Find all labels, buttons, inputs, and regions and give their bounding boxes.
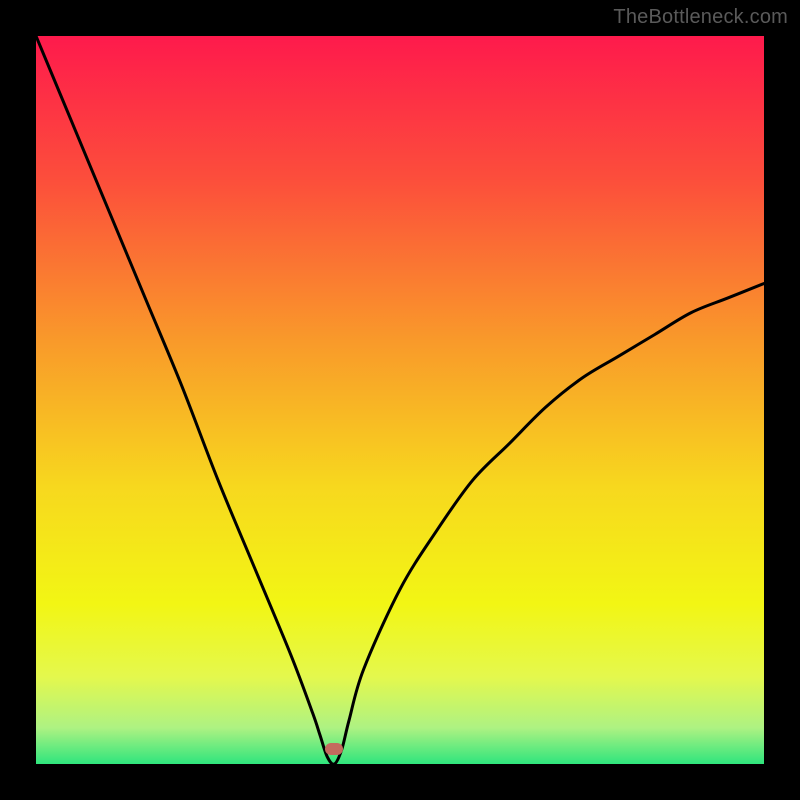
chart-frame: TheBottleneck.com: [0, 0, 800, 800]
bottleneck-curve: [36, 36, 764, 764]
watermark-text: TheBottleneck.com: [613, 6, 788, 29]
optimal-point-marker: [325, 743, 343, 755]
curve-layer: [36, 36, 764, 764]
plot-area: [36, 36, 764, 764]
